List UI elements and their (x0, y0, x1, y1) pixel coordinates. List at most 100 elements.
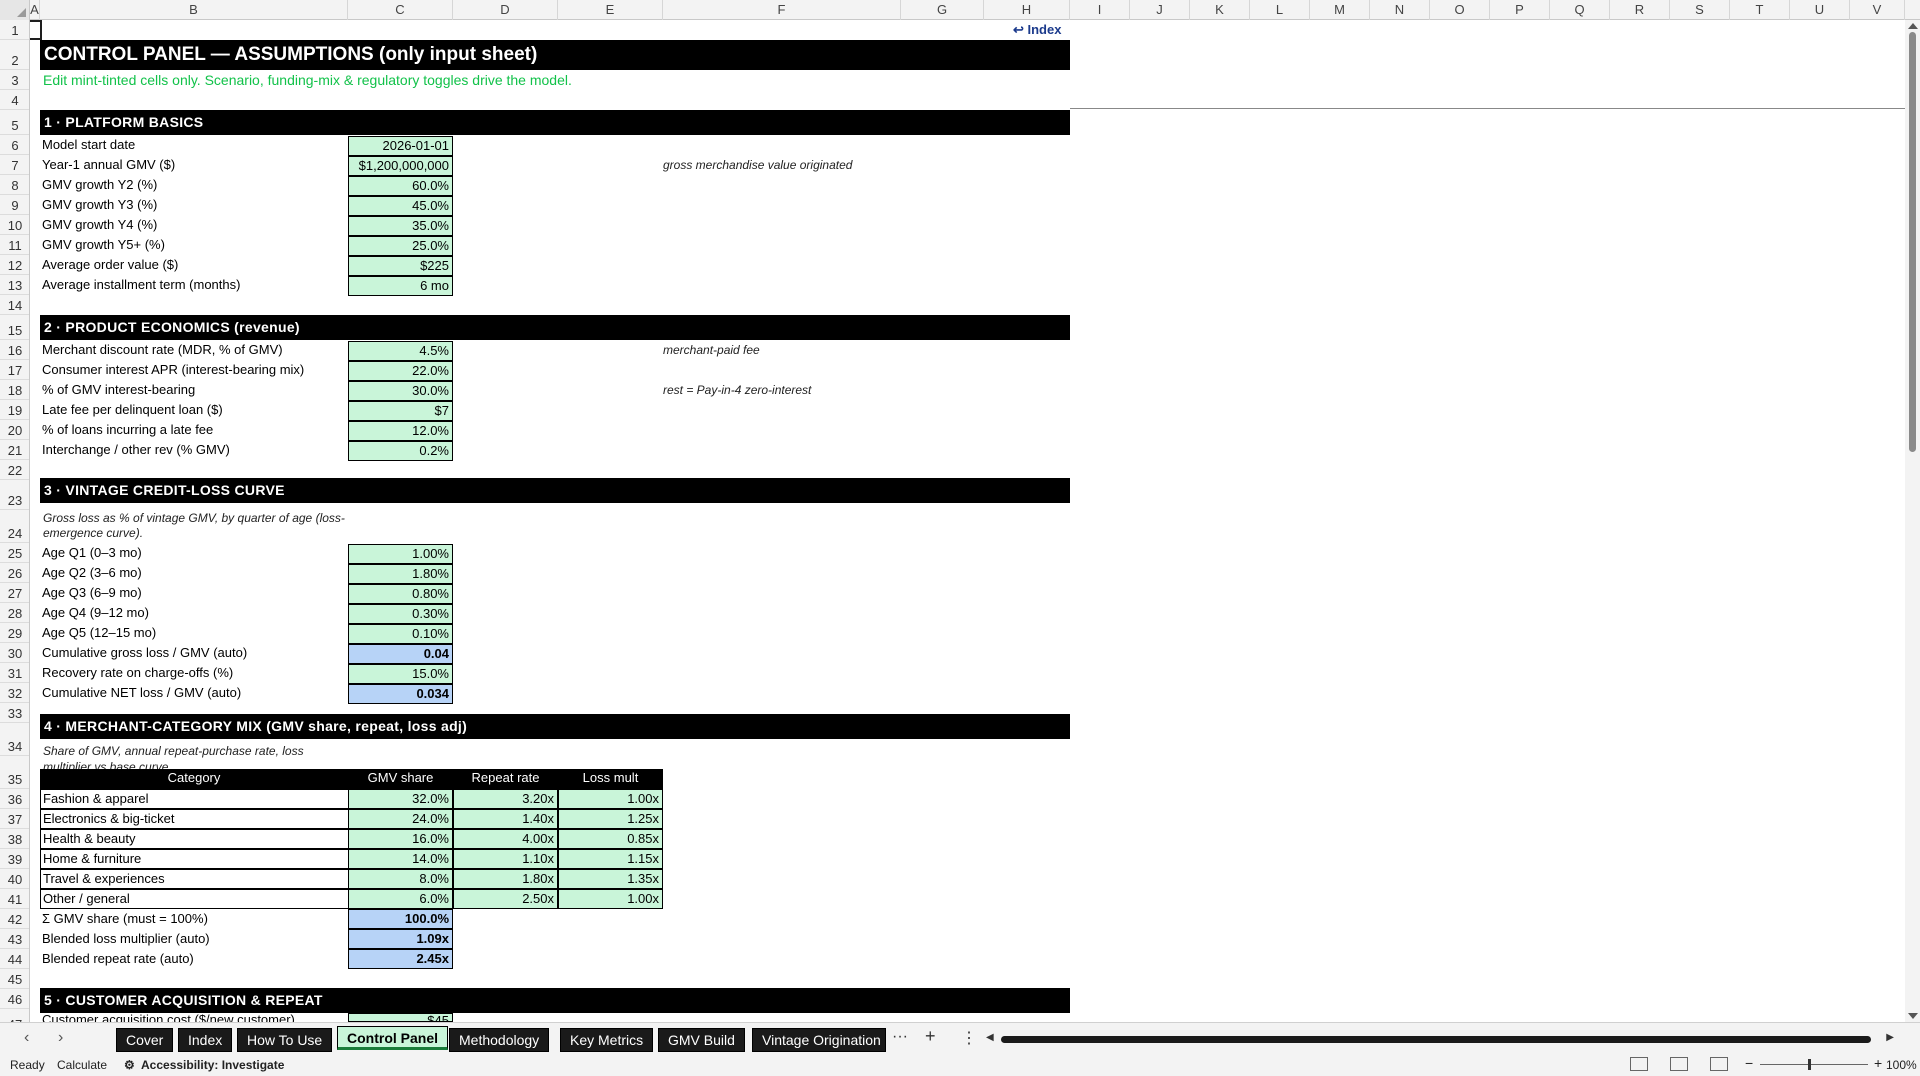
row-header[interactable]: 42 (0, 909, 29, 929)
column-header-h[interactable]: H (984, 0, 1070, 20)
input-pct-late-fee[interactable]: 12.0% (348, 421, 453, 441)
row-header[interactable]: 5 (0, 110, 29, 135)
tab-how-to-use[interactable]: How To Use (237, 1028, 333, 1052)
select-all-corner[interactable] (0, 0, 30, 20)
row-header[interactable]: 20 (0, 420, 29, 440)
row-header[interactable]: 19 (0, 400, 29, 420)
vertical-scroll-thumb[interactable] (1909, 32, 1916, 452)
row-header[interactable]: 6 (0, 135, 29, 155)
column-header-a[interactable]: A (30, 0, 40, 20)
page-break-icon[interactable] (1710, 1057, 1728, 1071)
input-gmv-share[interactable]: 6.0% (348, 889, 453, 909)
input-repeat-rate[interactable]: 1.10x (453, 849, 558, 869)
input-age-q1[interactable]: 1.00% (348, 544, 453, 564)
tab-control-panel[interactable]: Control Panel (337, 1026, 449, 1050)
input-installment-term[interactable]: 6 mo (348, 276, 453, 296)
row-header[interactable]: 13 (0, 275, 29, 295)
row-header[interactable]: 41 (0, 889, 29, 909)
input-age-q5[interactable]: 0.10% (348, 624, 453, 644)
input-gmv-share[interactable]: 14.0% (348, 849, 453, 869)
column-header-v[interactable]: V (1850, 0, 1905, 20)
input-loss-mult[interactable]: 1.35x (558, 869, 663, 889)
tab-vintage-origination[interactable]: Vintage Origination (752, 1028, 886, 1052)
row-header[interactable]: 46 (0, 989, 29, 1009)
tab-gmv-build[interactable]: GMV Build (658, 1028, 745, 1052)
column-header-u[interactable]: U (1790, 0, 1850, 20)
row-header[interactable]: 21 (0, 440, 29, 460)
zoom-in-icon[interactable]: + (1874, 1055, 1882, 1071)
column-header-j[interactable]: J (1130, 0, 1190, 20)
row-header[interactable]: 3 (0, 70, 29, 90)
scroll-up-icon[interactable] (1908, 23, 1918, 29)
column-header-n[interactable]: N (1370, 0, 1430, 20)
column-header-c[interactable]: C (348, 0, 453, 20)
row-header[interactable]: 36 (0, 789, 29, 809)
scroll-down-icon[interactable] (1908, 1013, 1918, 1019)
row-header[interactable]: 40 (0, 869, 29, 889)
row-header[interactable]: 43 (0, 929, 29, 949)
column-header-m[interactable]: M (1310, 0, 1370, 20)
column-header-t[interactable]: T (1730, 0, 1790, 20)
chevron-right-icon[interactable]: › (58, 1029, 63, 1047)
input-gmv-share[interactable]: 32.0% (348, 789, 453, 809)
chevron-left-icon[interactable]: ‹ (24, 1029, 29, 1047)
input-year1-gmv[interactable]: $1,200,000,000 (348, 156, 453, 176)
input-gmv-growth-y4[interactable]: 35.0% (348, 216, 453, 236)
input-gmv-growth-y5[interactable]: 25.0% (348, 236, 453, 256)
accessibility-status[interactable]: Accessibility: Investigate (141, 1058, 284, 1072)
row-header[interactable]: 44 (0, 949, 29, 969)
row-header[interactable]: 34 (0, 723, 29, 756)
input-mdr[interactable]: 4.5% (348, 341, 453, 361)
column-header-f[interactable]: F (663, 0, 901, 20)
input-age-q2[interactable]: 1.80% (348, 564, 453, 584)
row-header[interactable]: 17 (0, 360, 29, 380)
horizontal-scroll-thumb[interactable] (1001, 1036, 1871, 1043)
row-header[interactable]: 9 (0, 195, 29, 215)
row-header[interactable]: 14 (0, 295, 29, 315)
input-model-start-date[interactable]: 2026-01-01 (348, 136, 453, 156)
row-header[interactable]: 15 (0, 315, 29, 340)
column-header-d[interactable]: D (453, 0, 558, 20)
tab-key-metrics[interactable]: Key Metrics (560, 1028, 654, 1052)
worksheet-grid[interactable]: ↩ Index CONTROL PANEL — ASSUMPTIONS (onl… (30, 20, 1905, 1022)
row-header[interactable]: 35 (0, 756, 29, 789)
input-repeat-rate[interactable]: 2.50x (453, 889, 558, 909)
input-age-q4[interactable]: 0.30% (348, 604, 453, 624)
accessibility-icon[interactable]: ⚙ (124, 1058, 135, 1072)
input-recovery-rate[interactable]: 15.0% (348, 664, 453, 684)
row-header[interactable]: 24 (0, 510, 29, 543)
column-header-k[interactable]: K (1190, 0, 1250, 20)
input-repeat-rate[interactable]: 1.80x (453, 869, 558, 889)
page-layout-icon[interactable] (1670, 1057, 1688, 1071)
input-repeat-rate[interactable]: 1.40x (453, 809, 558, 829)
input-consumer-apr[interactable]: 22.0% (348, 361, 453, 381)
row-header[interactable]: 11 (0, 235, 29, 255)
column-header-b[interactable]: B (40, 0, 348, 20)
column-header-e[interactable]: E (558, 0, 663, 20)
more-tabs-icon[interactable]: ··· (892, 1028, 908, 1046)
input-repeat-rate[interactable]: 4.00x (453, 829, 558, 849)
input-loss-mult[interactable]: 1.00x (558, 889, 663, 909)
row-header[interactable]: 28 (0, 603, 29, 623)
row-header[interactable]: 33 (0, 703, 29, 723)
input-pct-interest-bearing[interactable]: 30.0% (348, 381, 453, 401)
input-interchange[interactable]: 0.2% (348, 441, 453, 461)
input-gmv-growth-y2[interactable]: 60.0% (348, 176, 453, 196)
row-header[interactable]: 29 (0, 623, 29, 643)
column-header-r[interactable]: R (1610, 0, 1670, 20)
row-header[interactable]: 16 (0, 340, 29, 360)
input-age-q3[interactable]: 0.80% (348, 584, 453, 604)
active-cell-selection[interactable] (30, 20, 42, 40)
row-header[interactable]: 37 (0, 809, 29, 829)
input-average-order-value[interactable]: $225 (348, 256, 453, 276)
row-header[interactable]: 8 (0, 175, 29, 195)
column-header-q[interactable]: Q (1550, 0, 1610, 20)
tab-index[interactable]: Index (178, 1028, 233, 1052)
row-header[interactable]: 27 (0, 583, 29, 603)
input-loss-mult[interactable]: 1.15x (558, 849, 663, 869)
column-header-l[interactable]: L (1250, 0, 1310, 20)
tab-cover[interactable]: Cover (116, 1028, 174, 1052)
input-loss-mult[interactable]: 0.85x (558, 829, 663, 849)
row-header[interactable]: 22 (0, 460, 29, 480)
zoom-slider[interactable] (1760, 1064, 1868, 1065)
